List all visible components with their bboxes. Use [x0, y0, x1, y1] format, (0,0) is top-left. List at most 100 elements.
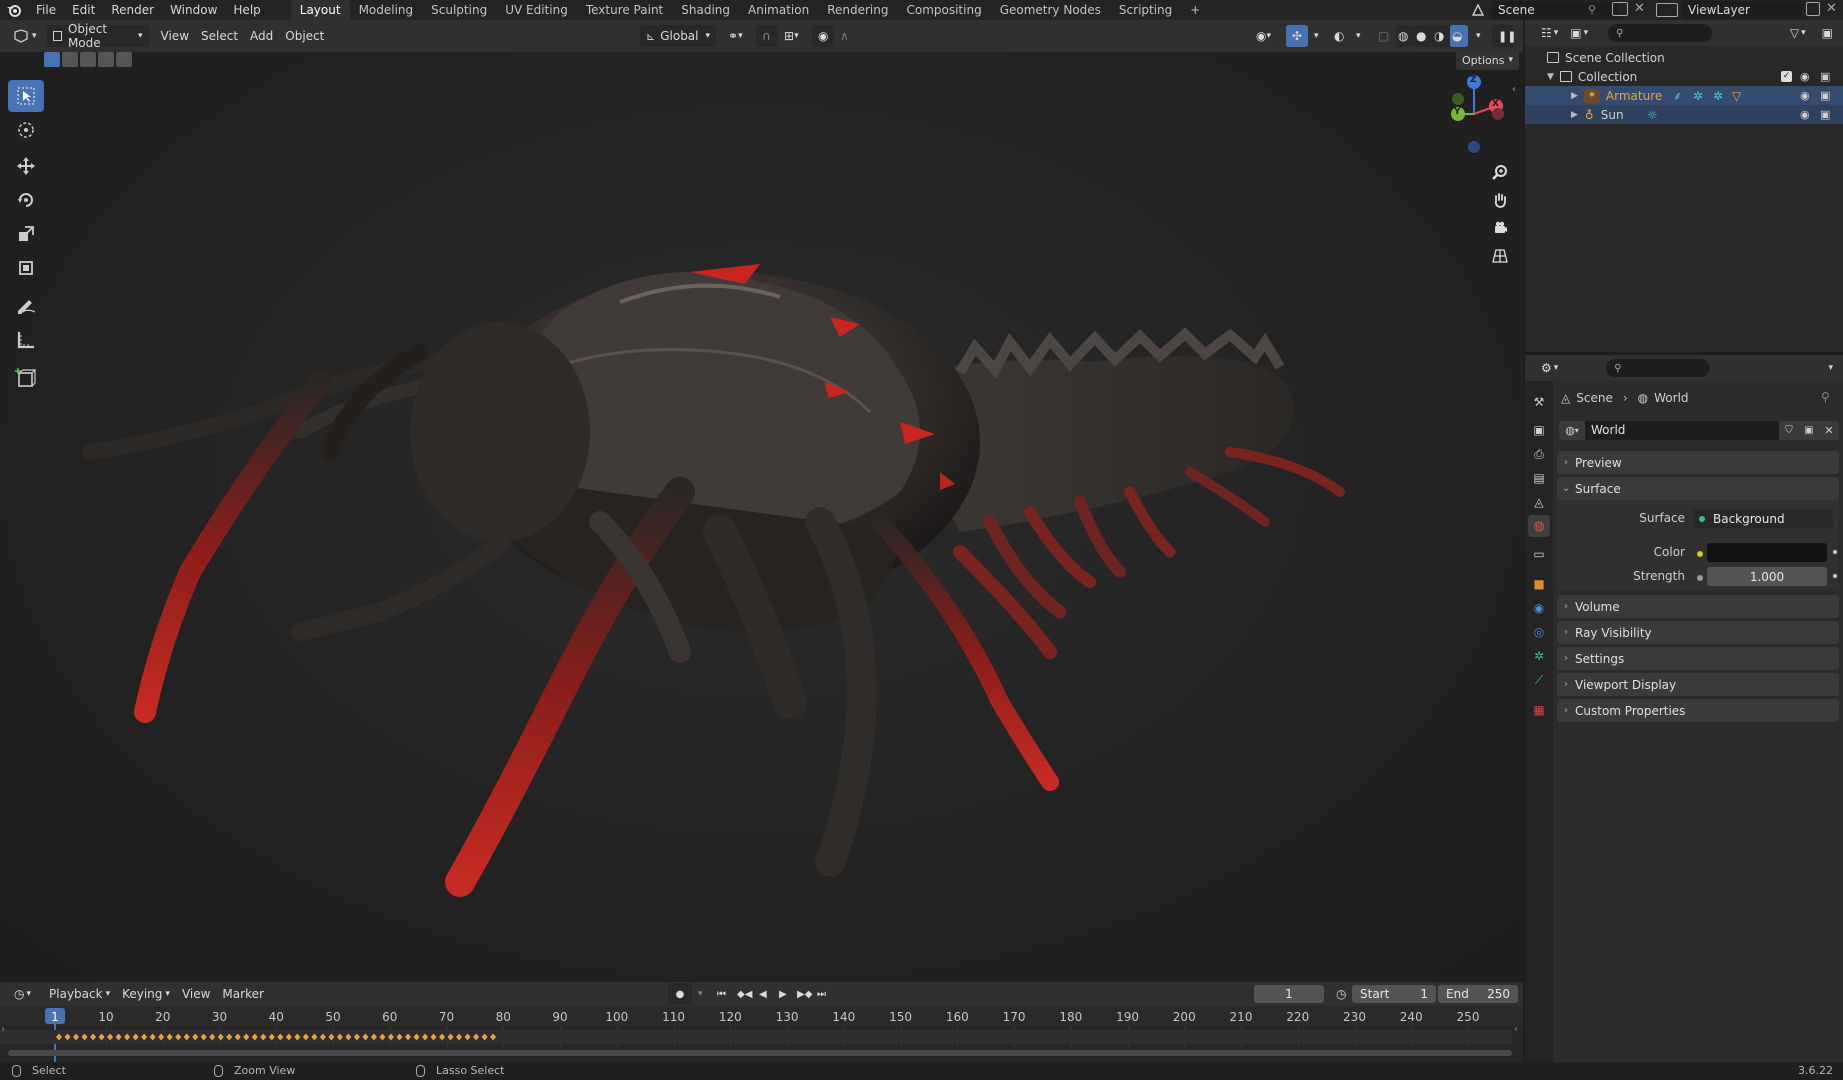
outliner-editor-type[interactable]: ☷ ▾ — [1535, 22, 1564, 44]
pause-render-button[interactable]: ❚❚ — [1492, 25, 1516, 47]
tab-scripting[interactable]: Scripting — [1110, 0, 1181, 20]
panel-preview[interactable]: › Preview — [1557, 451, 1839, 474]
keyframe-diamond[interactable] — [335, 1032, 344, 1042]
panel-ray-visibility[interactable]: › Ray Visibility — [1557, 621, 1839, 644]
eye-icon[interactable]: ◉ — [1800, 89, 1810, 102]
render-camera-icon[interactable]: ▣ — [1820, 108, 1830, 121]
keyframe-diamond[interactable] — [174, 1032, 183, 1042]
keyframe-diamond[interactable] — [89, 1032, 97, 1042]
properties-search-input[interactable]: ⚲ — [1606, 359, 1711, 377]
pin-icon[interactable]: ⚲ — [1821, 390, 1830, 404]
gizmo-dropdown[interactable]: ▾ — [1308, 25, 1322, 47]
start-frame-field[interactable]: Start 1 — [1352, 985, 1436, 1003]
keyframe-diamond[interactable] — [395, 1032, 404, 1042]
zoom-icon[interactable] — [1488, 160, 1512, 184]
delete-view-layer-icon[interactable]: ✕ — [1826, 1, 1837, 16]
menu-add[interactable]: Add — [244, 25, 279, 47]
keyframe-diamond[interactable] — [259, 1032, 268, 1042]
mode-dropdown[interactable]: Object Mode ▾ — [46, 22, 149, 50]
scene-selector-icon[interactable] — [1464, 2, 1492, 18]
sidebar-toggle-icon[interactable]: ‹ — [1512, 84, 1516, 95]
snap-toggle[interactable]: ∩ — [756, 25, 778, 47]
menu-help[interactable]: Help — [225, 0, 268, 20]
pivot-dropdown[interactable]: ⚭ ▾ — [722, 25, 754, 47]
exclude-checkbox[interactable]: ✓ — [1781, 71, 1792, 82]
keyframe-markers[interactable] — [0, 1030, 1523, 1044]
scene-name-field[interactable]: Scene — [1492, 1, 1618, 19]
tab-object[interactable]: ■ — [1528, 573, 1550, 595]
playback-menu[interactable]: Playback ▾ — [43, 983, 116, 1005]
jump-start-button[interactable]: ⏮ — [714, 983, 732, 1005]
keyframe-diamond[interactable] — [310, 1032, 319, 1042]
shading-solid[interactable]: ● — [1414, 25, 1432, 47]
3d-viewport[interactable]: Options ▾ Z X Y ‹ — [0, 52, 1523, 982]
keyframe-diamond[interactable] — [489, 1032, 498, 1042]
preview-range-toggle[interactable]: ◷ — [1330, 983, 1350, 1005]
keyframe-diamond[interactable] — [140, 1032, 149, 1042]
tab-geometry-nodes[interactable]: Geometry Nodes — [991, 0, 1110, 20]
panel-settings[interactable]: › Settings — [1557, 647, 1839, 670]
play-reverse-button[interactable]: ◀ — [756, 983, 774, 1005]
menu-object[interactable]: Object — [279, 25, 330, 47]
keyframe-diamond[interactable] — [106, 1032, 114, 1042]
timeline-view-menu[interactable]: View — [176, 983, 216, 1005]
current-frame-field[interactable]: 1 — [1254, 985, 1324, 1003]
end-frame-field[interactable]: End 250 — [1438, 985, 1518, 1003]
timeline-collapse-icon[interactable]: ‹ — [1514, 1024, 1518, 1035]
menu-select[interactable]: Select — [195, 25, 244, 47]
tab-rendering[interactable]: Rendering — [818, 0, 897, 20]
delete-scene-icon[interactable]: ✕ — [1634, 1, 1645, 16]
keyframe-diamond[interactable] — [114, 1032, 123, 1042]
keyframe-diamond[interactable] — [353, 1032, 361, 1042]
outliner-search-input[interactable]: ⚲ — [1608, 24, 1713, 42]
outliner-scene-collection[interactable]: Scene Collection — [1525, 48, 1843, 67]
keyframe-diamond[interactable] — [480, 1032, 489, 1042]
color-keyframe-dot-icon[interactable] — [1833, 550, 1837, 554]
menu-window[interactable]: Window — [162, 0, 225, 20]
keyframe-diamond[interactable] — [378, 1032, 387, 1042]
keyframe-diamond[interactable] — [63, 1032, 72, 1042]
keying-menu[interactable]: Keying ▾ — [116, 983, 176, 1005]
keyframe-diamond[interactable] — [361, 1032, 370, 1042]
surface-shader-field[interactable]: Background — [1693, 509, 1833, 528]
eye-icon[interactable]: ◉ — [1800, 108, 1810, 121]
collapse-arrow-icon[interactable]: ▼ — [1547, 72, 1554, 82]
expand-arrow-icon[interactable]: ▶ — [1571, 110, 1578, 120]
xray-toggle[interactable]: ▢ — [1372, 25, 1394, 47]
keyframe-diamond[interactable] — [438, 1032, 446, 1042]
keyframe-diamond[interactable] — [55, 1032, 63, 1042]
keyframe-diamond[interactable] — [301, 1032, 310, 1042]
keyframe-diamond[interactable] — [165, 1032, 174, 1042]
menu-view[interactable]: View — [155, 25, 195, 47]
tab-tool[interactable]: ⚒ — [1528, 391, 1550, 413]
tab-world[interactable]: ◍ — [1528, 515, 1550, 537]
new-collection-button[interactable]: ▣ — [1816, 22, 1839, 44]
timeline-area[interactable]: 1 10 20 30 40 50 60 70 80 90 100 110 120 130 140 150 160… — [0, 1006, 1523, 1062]
tab-compositing[interactable]: Compositing — [897, 0, 990, 20]
tab-view-layer[interactable]: ▤ — [1528, 467, 1550, 489]
keyframe-diamond[interactable] — [123, 1032, 131, 1042]
pan-hand-icon[interactable] — [1488, 188, 1512, 212]
proportional-edit-toggle[interactable]: ◉ — [812, 25, 834, 47]
tab-bone[interactable]: ⟋ — [1528, 669, 1550, 691]
strength-field[interactable]: 1.000 — [1707, 567, 1827, 586]
keyframe-diamond[interactable] — [327, 1032, 336, 1042]
panel-surface[interactable]: ⌄ Surface — [1557, 477, 1839, 500]
keyframe-diamond[interactable] — [472, 1032, 480, 1042]
keyframe-diamond[interactable] — [208, 1032, 217, 1042]
falloff-dropdown[interactable]: ∧ — [834, 25, 864, 47]
world-browse-button[interactable]: ◍ ▾ — [1559, 420, 1585, 440]
keyframe-diamond[interactable] — [412, 1032, 421, 1042]
keyframe-diamond[interactable] — [344, 1032, 353, 1042]
camera-icon[interactable] — [1488, 216, 1512, 240]
timeline-scrollbar[interactable] — [8, 1050, 1512, 1056]
keyframe-diamond[interactable] — [318, 1032, 327, 1042]
orientation-dropdown[interactable]: ⊾ Global ▾ — [640, 25, 716, 47]
editor-type-button[interactable]: ▾ — [6, 25, 43, 47]
jump-end-button[interactable]: ⏭ — [814, 983, 832, 1005]
keyframe-diamond[interactable] — [191, 1032, 200, 1042]
keyframe-diamond[interactable] — [387, 1032, 395, 1042]
visibility-dropdown[interactable]: ◉ ▾ — [1250, 25, 1280, 47]
strength-keyframe-dot-icon[interactable] — [1833, 574, 1837, 578]
timeline-expand-icon[interactable]: › — [1, 1024, 5, 1035]
